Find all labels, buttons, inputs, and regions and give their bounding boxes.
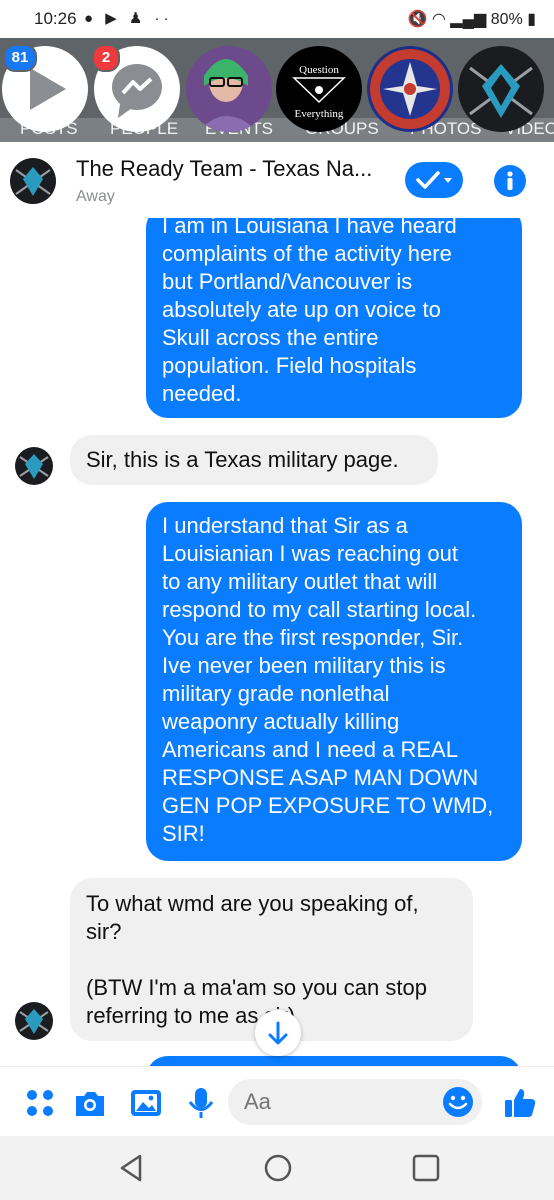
arrow-down-icon: [268, 1021, 288, 1045]
emoji-button[interactable]: [440, 1084, 476, 1120]
camera-button[interactable]: [72, 1085, 108, 1121]
ready-team-chat-head[interactable]: [458, 46, 544, 132]
back-button[interactable]: [116, 1152, 148, 1184]
status-bar: 10:26 ● ▶ ♟ ·· 🔇 ◠ ▂▄▆ 80% ▮: [0, 0, 554, 38]
image-icon: [131, 1090, 161, 1116]
clock: 10:26: [34, 9, 77, 28]
sender-avatar: [15, 447, 53, 485]
sender-avatar: [15, 1002, 53, 1040]
camera-icon: [76, 1092, 104, 1116]
presence-status: Away: [76, 188, 115, 205]
arrowhead-logo: [19, 454, 49, 479]
system-indicators: 🔇 ◠ ▂▄▆ 80% ▮: [408, 9, 537, 29]
android-nav-bar: [0, 1136, 554, 1200]
outgoing-message[interactable]: I am in Louisiana I have heard complaint…: [146, 218, 522, 418]
outgoing-message[interactable]: I understand that Sir as a Louisianian I…: [146, 502, 522, 861]
voice-button[interactable]: [183, 1085, 219, 1121]
contact-avatar[interactable]: [10, 158, 56, 204]
videos-badge: 81: [3, 44, 37, 72]
arrowhead-logo: [15, 167, 51, 196]
more-actions-button[interactable]: [22, 1085, 58, 1121]
thumbs-up-icon: [505, 1089, 536, 1117]
info-button[interactable]: [494, 165, 526, 197]
like-button[interactable]: [502, 1085, 538, 1121]
microphone-icon: [188, 1088, 214, 1118]
marine-aircraft-wing-chat-head[interactable]: [367, 46, 453, 132]
messenger-badge: 2: [92, 44, 120, 72]
question-line2: Everything: [295, 108, 344, 120]
arrowhead-logo: [19, 1009, 49, 1034]
question-everything-logo: Question Everything: [292, 64, 346, 120]
signal-icon: ▂▄▆: [450, 11, 487, 28]
home-circle-icon: [264, 1154, 292, 1182]
notification-icons: ● ▶ ♟ ··: [84, 10, 173, 27]
recents-square-icon: [412, 1154, 440, 1182]
mark-read-dropdown-button[interactable]: [405, 162, 463, 198]
checkmark-chevron-icon: [416, 171, 452, 189]
marine-emblem: [370, 49, 450, 129]
message-list[interactable]: I am in Louisiana I have heard complaint…: [0, 218, 554, 1066]
person-photo: [186, 46, 272, 132]
question-everything-chat-head[interactable]: Question Everything: [276, 46, 362, 132]
gallery-button[interactable]: [128, 1085, 164, 1121]
chat-heads-bar: POSTS PEOPLE EVENTS GROUPS PHOTOS VIDEOS…: [0, 38, 554, 142]
wifi-icon: ◠: [431, 11, 446, 28]
back-triangle-icon: [120, 1154, 142, 1182]
incoming-message[interactable]: Sir, this is a Texas military page.: [70, 435, 438, 485]
four-dots-icon: [27, 1090, 53, 1116]
user-avatar-chat-head[interactable]: [186, 46, 272, 132]
question-line1: Question: [299, 64, 339, 76]
arrowhead-logo: [469, 64, 533, 118]
composer-bar: [0, 1066, 554, 1137]
scroll-to-bottom-button[interactable]: [255, 1010, 301, 1056]
conversation-header: The Ready Team - Texas Na... Away: [0, 142, 554, 219]
recents-button[interactable]: [410, 1152, 442, 1184]
facebook-search-tabs: POSTS PEOPLE EVENTS GROUPS PHOTOS VIDEOS: [0, 118, 554, 142]
emoji-icon: [443, 1087, 473, 1117]
battery-percent: 80%: [490, 11, 523, 28]
mute-icon: 🔇: [407, 11, 428, 28]
conversation-title: The Ready Team - Texas Na...: [76, 156, 373, 181]
outgoing-message-partial[interactable]: [146, 1056, 522, 1066]
home-button[interactable]: [262, 1152, 294, 1184]
battery-icon: ▮: [527, 11, 536, 28]
info-icon: [507, 171, 513, 190]
